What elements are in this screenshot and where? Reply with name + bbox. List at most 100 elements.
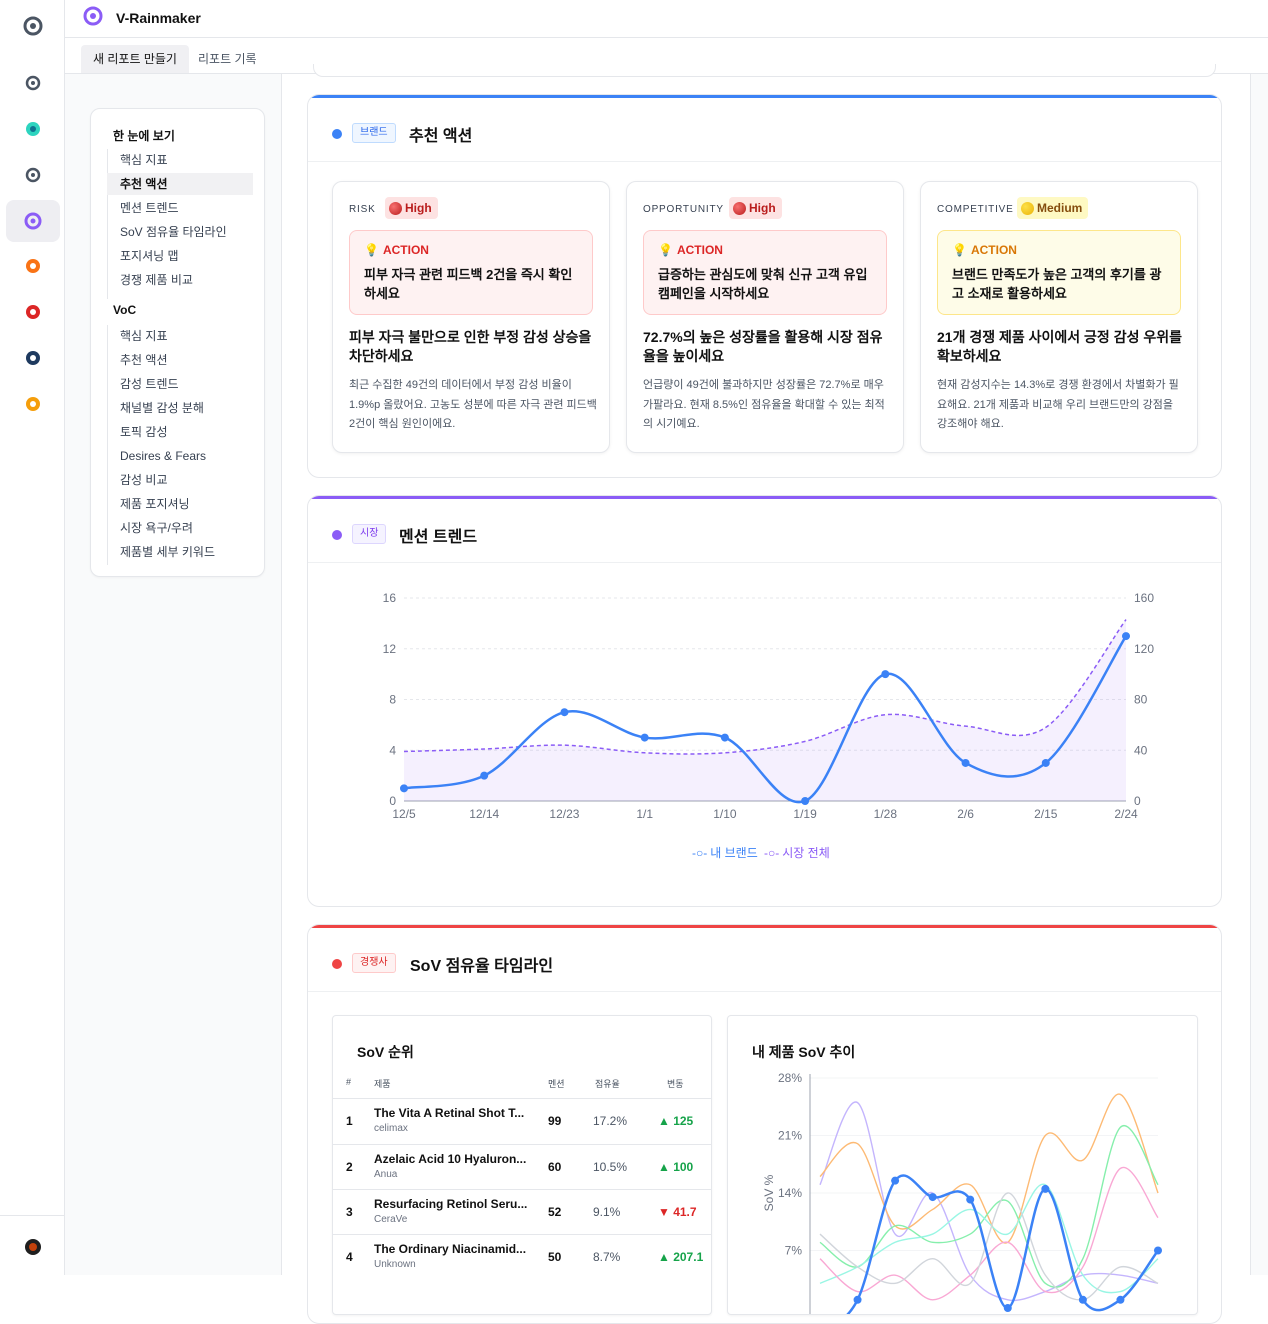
- my-brand-point: [1041, 758, 1050, 767]
- mentions: 52: [548, 1205, 562, 1219]
- rail-divider: [0, 1215, 64, 1216]
- tab-report-history[interactable]: 리포트 기록: [186, 45, 269, 73]
- action-label-text: ACTION: [970, 243, 1017, 257]
- toc-item-topic-sentiment[interactable]: 토픽 감성: [107, 421, 253, 443]
- toc-item-sov-timeline[interactable]: SoV 점유율 타임라인: [107, 221, 253, 243]
- line-marker-icon: -○-: [764, 845, 780, 860]
- top-bar: V-Rainmaker: [65, 0, 1268, 38]
- action-box: 💡 ACTION 피부 자극 관련 피드백 2건을 즉시 확인하세요: [349, 230, 593, 315]
- y-left-tick-label: 0: [389, 794, 396, 808]
- my-product-point: [1154, 1246, 1162, 1255]
- card-title: 멘션 트렌드: [399, 529, 478, 546]
- toc-item-desires-fears[interactable]: Desires & Fears: [107, 445, 253, 467]
- competitor-series-line: [819, 1101, 1159, 1302]
- toc-item-actions[interactable]: 추천 액션: [107, 173, 253, 195]
- table-row[interactable]: 1 The Vita A Retinal Shot T... celimax 9…: [333, 1098, 711, 1144]
- table-row[interactable]: 4 The Ordinary Niacinamid... Unknown 50 …: [333, 1234, 711, 1280]
- workspace-icon-1[interactable]: [14, 64, 52, 102]
- x-tick-label: 2/15: [1034, 807, 1058, 821]
- x-tick-label: 1/10: [713, 807, 737, 821]
- lightbulb-icon: 💡: [952, 243, 967, 257]
- col-header-change: 변동: [667, 1079, 684, 1089]
- action-text: 피부 자극 관련 피드백 2건을 즉시 확인하세요: [364, 267, 573, 301]
- table-row[interactable]: 3 Resurfacing Retinol Seru... CeraVe 52 …: [333, 1189, 711, 1235]
- legend-label: 내 브랜드: [710, 846, 758, 860]
- toc-item-positioning-map[interactable]: 포지셔닝 맵: [107, 245, 253, 267]
- level-text: Medium: [1037, 201, 1083, 215]
- toc-item-voc-actions[interactable]: 추천 액션: [107, 349, 253, 371]
- toc-item-market-desires[interactable]: 시장 욕구/우려: [107, 517, 253, 539]
- toc-item-voc-kpi[interactable]: 핵심 지표: [107, 325, 253, 347]
- card-title: 추천 액션: [409, 128, 473, 145]
- legend-item-my-brand[interactable]: -○- 내 브랜드: [692, 844, 758, 861]
- my-brand-point: [480, 771, 489, 780]
- y-right-tick-label: 40: [1134, 743, 1148, 757]
- toc-item-competitor-compare[interactable]: 경쟁 제품 비교: [107, 269, 253, 291]
- tab-new-report[interactable]: 새 리포트 만들기: [81, 45, 189, 73]
- legend-label: 시장 전체: [782, 846, 830, 860]
- sov-trend-chart: 28% 21% 14% 7% SoV %: [762, 1071, 1162, 1314]
- rank: 1: [346, 1114, 353, 1128]
- red-circle-icon: [733, 201, 746, 215]
- rank: 4: [346, 1250, 353, 1264]
- change: ▲ 207.1: [658, 1250, 704, 1264]
- col-header-share: 점유율: [595, 1079, 620, 1089]
- x-tick-label: 12/14: [469, 807, 499, 821]
- change: ▲ 125: [658, 1114, 694, 1128]
- workspace-icon-2[interactable]: [14, 110, 52, 148]
- action-text: 브랜드 만족도가 높은 고객의 후기를 광고 소재로 활용하세요: [952, 267, 1162, 301]
- toc-item-sentiment-compare[interactable]: 감성 비교: [107, 469, 253, 491]
- toc-item-channel-sentiment[interactable]: 채널별 감성 분해: [107, 397, 253, 419]
- share: 10.5%: [593, 1160, 628, 1174]
- x-tick-label: 1/1: [636, 807, 653, 821]
- x-tick-label: 1/19: [793, 807, 817, 821]
- workspace-icon-8[interactable]: [14, 385, 52, 423]
- y-tick-label: 28%: [778, 1071, 802, 1085]
- red-circle-icon: [389, 201, 402, 215]
- x-tick-label: 12/23: [549, 807, 579, 821]
- toc-item-mention-trend[interactable]: 멘션 트렌드: [107, 197, 253, 219]
- competitor-series-line: [819, 1192, 1159, 1301]
- workspace-icon-5[interactable]: [14, 247, 52, 285]
- toc-item-sentiment-trend[interactable]: 감성 트렌드: [107, 373, 253, 395]
- workspace-icon-7[interactable]: [14, 339, 52, 377]
- workspace-icon-3[interactable]: [14, 156, 52, 194]
- my-brand-point: [881, 670, 890, 679]
- my-product-point: [1078, 1295, 1087, 1304]
- action-label: 💡 ACTION: [658, 243, 723, 257]
- y-right-tick-label: 160: [1134, 591, 1154, 605]
- action-box: 💡 ACTION 브랜드 만족도가 높은 고객의 후기를 광고 소재로 활용하세요: [937, 230, 1181, 315]
- action-card-opportunity: OPPORTUNITY High 💡 ACTION 급증하는 관심도에 맞춰 신규…: [626, 181, 904, 453]
- market-series-line: [403, 619, 1127, 755]
- my-brand-point: [1122, 632, 1130, 641]
- action-label-text: ACTION: [382, 243, 429, 257]
- product-name: Azelaic Acid 10 Hyaluron...: [374, 1152, 527, 1166]
- product-name: The Vita A Retinal Shot T...: [374, 1106, 525, 1120]
- x-tick-label: 1/28: [874, 807, 898, 821]
- my-product-point: [1041, 1184, 1050, 1193]
- my-product-point: [853, 1295, 862, 1304]
- x-tick-label: 2/24: [1114, 807, 1138, 821]
- home-logo-icon[interactable]: [14, 7, 52, 45]
- user-avatar[interactable]: [14, 1228, 52, 1266]
- toc-item-product-keywords[interactable]: 제품별 세부 키워드: [107, 541, 253, 563]
- legend-item-market[interactable]: -○- 시장 전체: [764, 844, 830, 861]
- recommended-actions-card: 브랜드 추천 액션 RISK High 💡 ACTION 피부 자극 관련 피드백…: [307, 94, 1222, 478]
- level-text: High: [405, 201, 432, 215]
- toc-item-product-positioning[interactable]: 제품 포지셔닝: [107, 493, 253, 515]
- workspace-icon-active[interactable]: [6, 200, 60, 242]
- main-area: 한 눈에 보기 핵심 지표 추천 액션 멘션 트렌드 SoV 점유율 타임라인 …: [65, 64, 1268, 1324]
- my-product-point: [966, 1195, 975, 1204]
- x-tick-label: 2/6: [957, 807, 974, 821]
- workspace-icon-6[interactable]: [14, 293, 52, 331]
- sov-timeline-card: 경쟁사 SoV 점유율 타임라인 SoV 순위 # 제품 멘션 점유율 변동 1…: [307, 924, 1222, 1324]
- sov-trend-panel: 내 제품 SoV 추이 28% 21% 14% 7% SoV %: [727, 1015, 1198, 1315]
- table-row[interactable]: 2 Azelaic Acid 10 Hyaluron... Anua 60 10…: [333, 1144, 711, 1190]
- level-badge: High: [729, 197, 782, 219]
- y-tick-label: 21%: [778, 1129, 802, 1143]
- app-title: V-Rainmaker: [116, 10, 201, 26]
- mentions: 60: [548, 1160, 562, 1174]
- product-name: Resurfacing Retinol Seru...: [374, 1197, 528, 1211]
- toc-item-kpi[interactable]: 핵심 지표: [107, 149, 253, 171]
- yellow-circle-icon: [1021, 201, 1034, 215]
